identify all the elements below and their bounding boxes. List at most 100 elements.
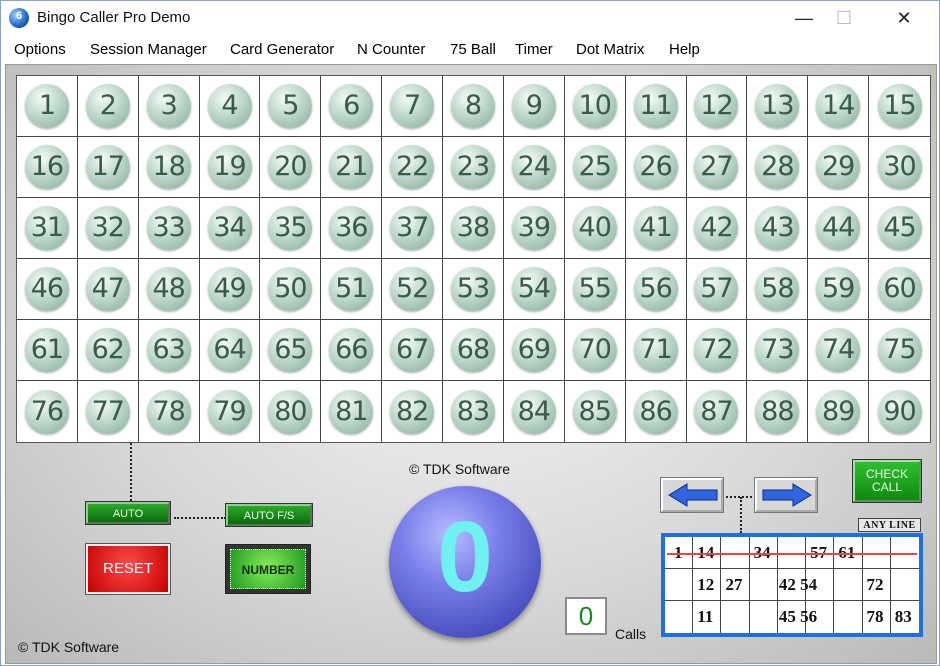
board-cell[interactable]: 25 <box>564 137 626 198</box>
board-cell[interactable]: 5 <box>260 76 322 137</box>
board-cell[interactable]: 38 <box>443 198 504 259</box>
board-cell[interactable]: 6 <box>321 76 383 137</box>
board-cell[interactable]: 15 <box>869 76 930 137</box>
board-cell[interactable]: 4 <box>199 76 261 137</box>
board-cell[interactable]: 64 <box>199 320 261 381</box>
board-cell[interactable]: 10 <box>564 76 626 137</box>
menu-timer[interactable]: Timer <box>515 41 553 58</box>
board-cell[interactable]: 52 <box>382 259 444 320</box>
board-cell[interactable]: 22 <box>382 137 444 198</box>
board-cell[interactable]: 69 <box>503 320 565 381</box>
board-cell[interactable]: 16 <box>17 137 78 198</box>
board-cell[interactable]: 28 <box>747 137 809 198</box>
board-cell[interactable]: 18 <box>138 137 200 198</box>
board-cell[interactable]: 3 <box>138 76 200 137</box>
board-cell[interactable]: 75 <box>869 320 930 381</box>
board-cell[interactable]: 7 <box>382 76 444 137</box>
board-cell[interactable]: 51 <box>321 259 383 320</box>
board-cell[interactable]: 60 <box>869 259 930 320</box>
board-cell[interactable]: 66 <box>321 320 383 381</box>
menu-options[interactable]: Options <box>14 41 66 58</box>
board-cell[interactable]: 53 <box>443 259 504 320</box>
board-cell[interactable]: 72 <box>686 320 748 381</box>
board-cell[interactable]: 37 <box>382 198 444 259</box>
number-button[interactable]: NUMBER <box>225 544 311 594</box>
board-cell[interactable]: 50 <box>260 259 322 320</box>
board-cell[interactable]: 84 <box>504 381 565 442</box>
board-cell[interactable]: 88 <box>747 381 809 442</box>
next-button[interactable] <box>755 478 817 512</box>
board-cell[interactable]: 46 <box>17 259 78 320</box>
board-cell[interactable]: 54 <box>503 259 565 320</box>
board-cell[interactable]: 35 <box>260 198 322 259</box>
board-cell[interactable]: 20 <box>260 137 322 198</box>
board-cell[interactable]: 82 <box>382 381 444 442</box>
menu-n-counter[interactable]: N Counter <box>357 41 425 58</box>
menu-75-ball[interactable]: 75 Ball <box>450 41 496 58</box>
board-cell[interactable]: 47 <box>77 259 139 320</box>
board-cell[interactable]: 12 <box>686 76 748 137</box>
board-cell[interactable]: 13 <box>747 76 809 137</box>
board-cell[interactable]: 89 <box>808 381 870 442</box>
board-cell[interactable]: 44 <box>808 198 870 259</box>
auto-fs-button[interactable]: AUTO F/S <box>226 504 312 526</box>
board-cell[interactable]: 9 <box>503 76 565 137</box>
board-cell[interactable]: 29 <box>808 137 870 198</box>
board-cell[interactable]: 65 <box>260 320 322 381</box>
board-cell[interactable]: 27 <box>686 137 748 198</box>
board-cell[interactable]: 73 <box>747 320 809 381</box>
board-cell[interactable]: 81 <box>321 381 383 442</box>
board-cell[interactable]: 74 <box>808 320 870 381</box>
board-cell[interactable]: 63 <box>138 320 200 381</box>
board-cell[interactable]: 61 <box>17 320 78 381</box>
board-cell[interactable]: 17 <box>77 137 139 198</box>
board-cell[interactable]: 59 <box>808 259 870 320</box>
board-cell[interactable]: 41 <box>625 198 687 259</box>
board-cell[interactable]: 79 <box>200 381 261 442</box>
board-cell[interactable]: 45 <box>869 198 930 259</box>
board-cell[interactable]: 62 <box>77 320 139 381</box>
board-cell[interactable]: 14 <box>808 76 870 137</box>
board-cell[interactable]: 42 <box>686 198 748 259</box>
auto-button[interactable]: AUTO <box>86 502 170 524</box>
board-cell[interactable]: 49 <box>199 259 261 320</box>
board-cell[interactable]: 24 <box>503 137 565 198</box>
board-cell[interactable]: 80 <box>260 381 322 442</box>
board-cell[interactable]: 33 <box>138 198 200 259</box>
menu-card-generator[interactable]: Card Generator <box>230 41 334 58</box>
board-cell[interactable]: 86 <box>626 381 687 442</box>
menu-session-manager[interactable]: Session Manager <box>90 41 207 58</box>
board-cell[interactable]: 83 <box>443 381 504 442</box>
board-cell[interactable]: 55 <box>564 259 626 320</box>
board-cell[interactable]: 77 <box>78 381 139 442</box>
board-cell[interactable]: 58 <box>747 259 809 320</box>
board-cell[interactable]: 78 <box>139 381 200 442</box>
board-cell[interactable]: 56 <box>625 259 687 320</box>
board-cell[interactable]: 90 <box>869 381 930 442</box>
board-cell[interactable]: 71 <box>625 320 687 381</box>
menu-dot-matrix[interactable]: Dot Matrix <box>576 41 644 58</box>
board-cell[interactable]: 40 <box>564 198 626 259</box>
board-cell[interactable]: 11 <box>625 76 687 137</box>
board-cell[interactable]: 70 <box>564 320 626 381</box>
board-cell[interactable]: 39 <box>503 198 565 259</box>
board-cell[interactable]: 34 <box>199 198 261 259</box>
board-cell[interactable]: 1 <box>17 76 78 137</box>
board-cell[interactable]: 21 <box>321 137 383 198</box>
board-cell[interactable]: 48 <box>138 259 200 320</box>
reset-button[interactable]: RESET <box>86 544 170 594</box>
board-cell[interactable]: 23 <box>443 137 504 198</box>
board-cell[interactable]: 76 <box>17 381 78 442</box>
board-cell[interactable]: 30 <box>869 137 930 198</box>
board-cell[interactable]: 68 <box>443 320 504 381</box>
board-cell[interactable]: 67 <box>382 320 444 381</box>
board-cell[interactable]: 8 <box>443 76 504 137</box>
board-cell[interactable]: 43 <box>747 198 809 259</box>
check-call-button[interactable]: CHECK CALL <box>853 460 921 502</box>
board-cell[interactable]: 57 <box>686 259 748 320</box>
board-cell[interactable]: 26 <box>625 137 687 198</box>
board-cell[interactable]: 31 <box>17 198 78 259</box>
board-cell[interactable]: 85 <box>565 381 626 442</box>
previous-button[interactable] <box>661 478 723 512</box>
board-cell[interactable]: 2 <box>77 76 139 137</box>
